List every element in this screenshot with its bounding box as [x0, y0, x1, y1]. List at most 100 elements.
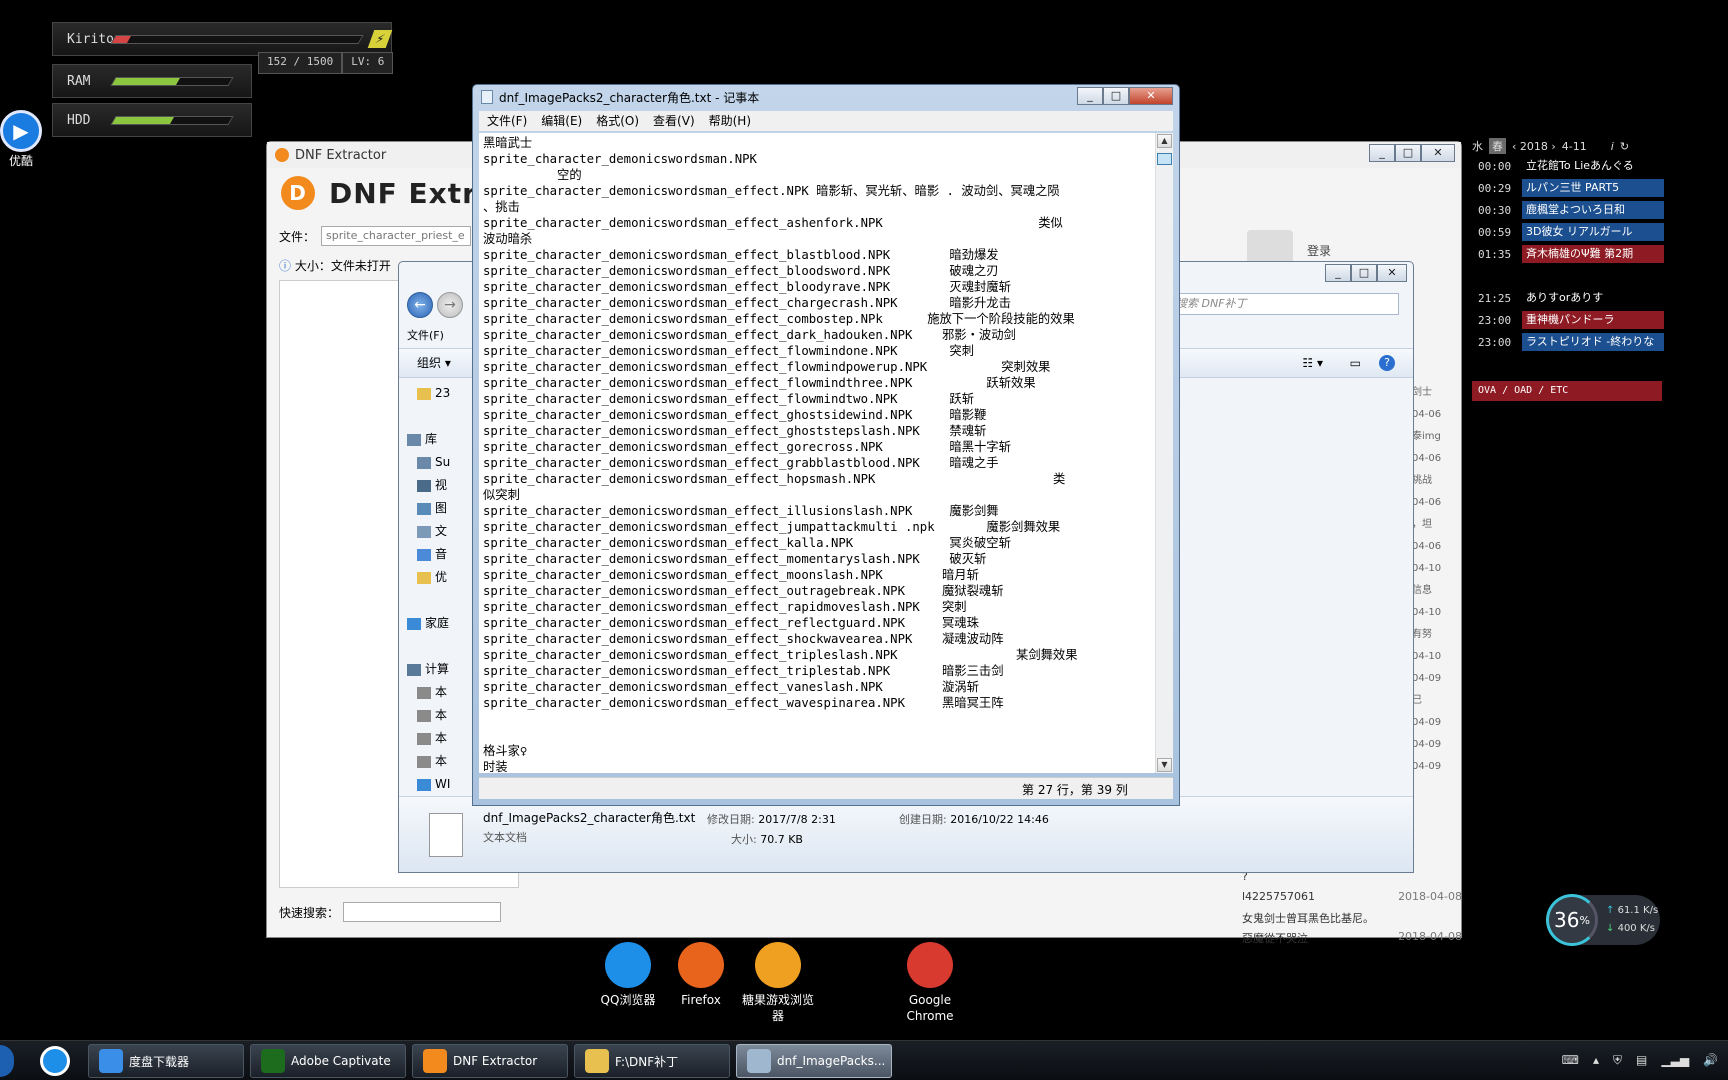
close-button[interactable]: ✕	[1129, 87, 1173, 105]
detail-size: 大小: 70.7 KB	[731, 833, 803, 846]
dnf-app-icon	[275, 148, 289, 162]
desktop-shortcut[interactable]: 糖果游戏浏览器	[738, 942, 818, 1024]
date: 4-11	[1561, 139, 1587, 153]
text-line: 格斗家♀	[483, 744, 528, 758]
scroll-down-icon[interactable]: ▼	[1157, 758, 1172, 772]
minimize-button[interactable]: _	[1369, 144, 1395, 162]
schedule-row[interactable]: 21:25 ありすorありす	[1472, 287, 1664, 309]
news-date: 04-10	[1412, 607, 1442, 618]
close-button[interactable]: ✕	[1377, 264, 1407, 282]
news-date: 巳	[1412, 695, 1422, 706]
notepad-tray-icon[interactable]: ▤	[1636, 1053, 1647, 1068]
year-selector[interactable]: ‹ 2018 ›	[1512, 140, 1556, 153]
youku-shortcut[interactable]: ▶ 优酷	[0, 110, 42, 169]
minimize-button[interactable]: _	[1077, 87, 1103, 105]
preview-pane-icon[interactable]: ▭	[1350, 349, 1361, 377]
schedule-row[interactable]: 00:29 ルパン三世 PART5	[1472, 177, 1664, 199]
close-button[interactable]: ✕	[1421, 144, 1455, 162]
text-line: sprite_character_demonicswordsman_effect…	[483, 680, 979, 694]
news-item[interactable]: 惡魔從不哭泣 2018-04-08	[1242, 930, 1462, 950]
news-date: 04-09	[1412, 761, 1442, 772]
schedule-row[interactable]: 00:00 立花館To Lieあんぐる	[1472, 155, 1664, 177]
text-line: 似突刺	[483, 488, 520, 502]
rainmeter-stats: 152 / 1500 LV: 6	[258, 52, 394, 74]
explorer-menubar[interactable]: 文件(F)	[407, 326, 444, 346]
news-date: 泰img	[1412, 431, 1441, 442]
taskbar-item[interactable]: dnf_ImagePacks...	[736, 1044, 892, 1078]
notepad-app-icon	[481, 90, 493, 104]
qq-browser-pinned-icon[interactable]	[40, 1046, 70, 1076]
ova-section[interactable]: OVA / OAD / ETC	[1472, 381, 1662, 401]
network-icon	[417, 778, 431, 791]
desktop-shortcut[interactable]: QQ浏览器	[588, 942, 668, 1008]
notepad-menu-item[interactable]: 格式(O)	[596, 111, 639, 131]
start-orb-icon[interactable]	[0, 1045, 14, 1077]
document-icon	[417, 525, 431, 538]
ram-label: RAM	[67, 73, 91, 89]
schedule-row[interactable]	[1472, 265, 1664, 287]
lightning-icon: ⚡	[367, 30, 393, 48]
taskbar-item[interactable]: 度盘下载器	[88, 1044, 244, 1078]
app-icon	[605, 942, 651, 988]
hdd-label: HDD	[67, 112, 91, 128]
scroll-up-icon[interactable]: ▲	[1157, 134, 1172, 148]
minimize-button[interactable]: _	[1325, 264, 1351, 282]
organize-button[interactable]: 组织 ▾	[417, 356, 451, 370]
info-icon[interactable]: i	[1611, 140, 1614, 153]
schedule-row[interactable]: 23:00 重神機パンドーラ	[1472, 309, 1664, 331]
season[interactable]: 春	[1489, 138, 1506, 154]
forward-arrow-icon[interactable]: →	[437, 292, 463, 318]
level-value: LV: 6	[342, 52, 394, 74]
news-list: ? l4225757061 2018-04-08 女鬼剑士曾耳黑色比基尼。 惡魔從不哭泣…	[1242, 870, 1462, 950]
detail-filename: dnf_ImagePacks2_character角色.txt	[483, 811, 696, 825]
help-icon[interactable]: ?	[1379, 355, 1395, 371]
schedule-time: 00:59	[1478, 225, 1512, 239]
notepad-text-area[interactable]: 黑暗武士 sprite_character_demonicswordsman.NP…	[479, 133, 1155, 773]
rainmeter-hp-bar: Kirito ⚡	[52, 22, 393, 56]
schedule-row[interactable]: 00:59 3D彼女 リアルガール	[1472, 221, 1664, 243]
computer-icon	[407, 663, 421, 676]
keyboard-icon[interactable]: ⌨	[1562, 1053, 1579, 1068]
taskbar-item[interactable]: F:\DNF补丁	[574, 1044, 730, 1078]
network-signal-icon[interactable]: ▁▃▅	[1661, 1053, 1689, 1068]
schedule-row[interactable]: 23:00 ラストピリオド -終わりな	[1472, 331, 1664, 353]
quick-search-input[interactable]	[343, 902, 502, 922]
text-line: sprite_character_demonicswordsman_effect…	[483, 504, 999, 518]
notepad-menu-item[interactable]: 帮助(H)	[709, 111, 751, 131]
taskbar-item[interactable]: Adobe Captivate	[250, 1044, 406, 1078]
news-item[interactable]: 女鬼剑士曾耳黑色比基尼。	[1242, 910, 1462, 930]
text-line: sprite_character_demonicswordsman.NPK	[483, 152, 757, 166]
notepad-menu-item[interactable]: 文件(F)	[487, 111, 527, 131]
maximize-button[interactable]: □	[1103, 87, 1129, 105]
back-arrow-icon[interactable]: ←	[407, 292, 433, 318]
maximize-button[interactable]: □	[1351, 264, 1377, 282]
library-icon	[407, 433, 421, 446]
desktop-shortcut[interactable]: Firefox	[661, 942, 741, 1008]
taskbar-app-icon	[261, 1049, 285, 1073]
notepad-menu-item[interactable]: 查看(V)	[653, 111, 695, 131]
vertical-scrollbar[interactable]: ▲ ▼	[1155, 133, 1173, 773]
volume-icon[interactable]: 🔊	[1703, 1053, 1718, 1068]
news-dates: 剑士 04-06 泰img 04-06 挑战 04-06 ，坦 04-06 04-10 信息 04-…	[1412, 382, 1462, 778]
desktop-shortcut[interactable]: Google Chrome	[890, 942, 970, 1024]
notepad-menu-item[interactable]: 编辑(E)	[541, 111, 582, 131]
explorer-search-input[interactable]: 搜索 DNF补丁	[1169, 293, 1399, 315]
upload-arrow-icon: ↑	[1606, 905, 1615, 916]
shield-icon[interactable]: ⛨	[1613, 1053, 1622, 1068]
news-date: 04-06	[1412, 409, 1442, 420]
text-line: sprite_character_demonicswordsman_effect…	[483, 616, 979, 630]
login-link[interactable]: 登录	[1307, 242, 1331, 259]
maximize-button[interactable]: □	[1395, 144, 1421, 162]
file-input[interactable]: sprite_character_priest_e	[321, 226, 472, 246]
refresh-icon[interactable]: ↻	[1620, 140, 1629, 153]
taskbar-item[interactable]: DNF Extractor	[412, 1044, 568, 1078]
schedule-row[interactable]: 00:30 鹿楓堂よついろ日和	[1472, 199, 1664, 221]
view-icon[interactable]: ☷ ▾	[1302, 349, 1323, 377]
news-item[interactable]: l4225757061 2018-04-08	[1242, 890, 1462, 910]
schedule-row[interactable]: 01:35 斉木楠雄のΨ難 第2期	[1472, 243, 1664, 265]
news-date: 04-09	[1412, 717, 1442, 728]
tray-expand-icon[interactable]: ▴	[1593, 1053, 1599, 1068]
news-item[interactable]: ?	[1242, 870, 1462, 890]
scroll-thumb[interactable]	[1157, 153, 1172, 165]
schedule-time: 00:00	[1478, 159, 1512, 173]
